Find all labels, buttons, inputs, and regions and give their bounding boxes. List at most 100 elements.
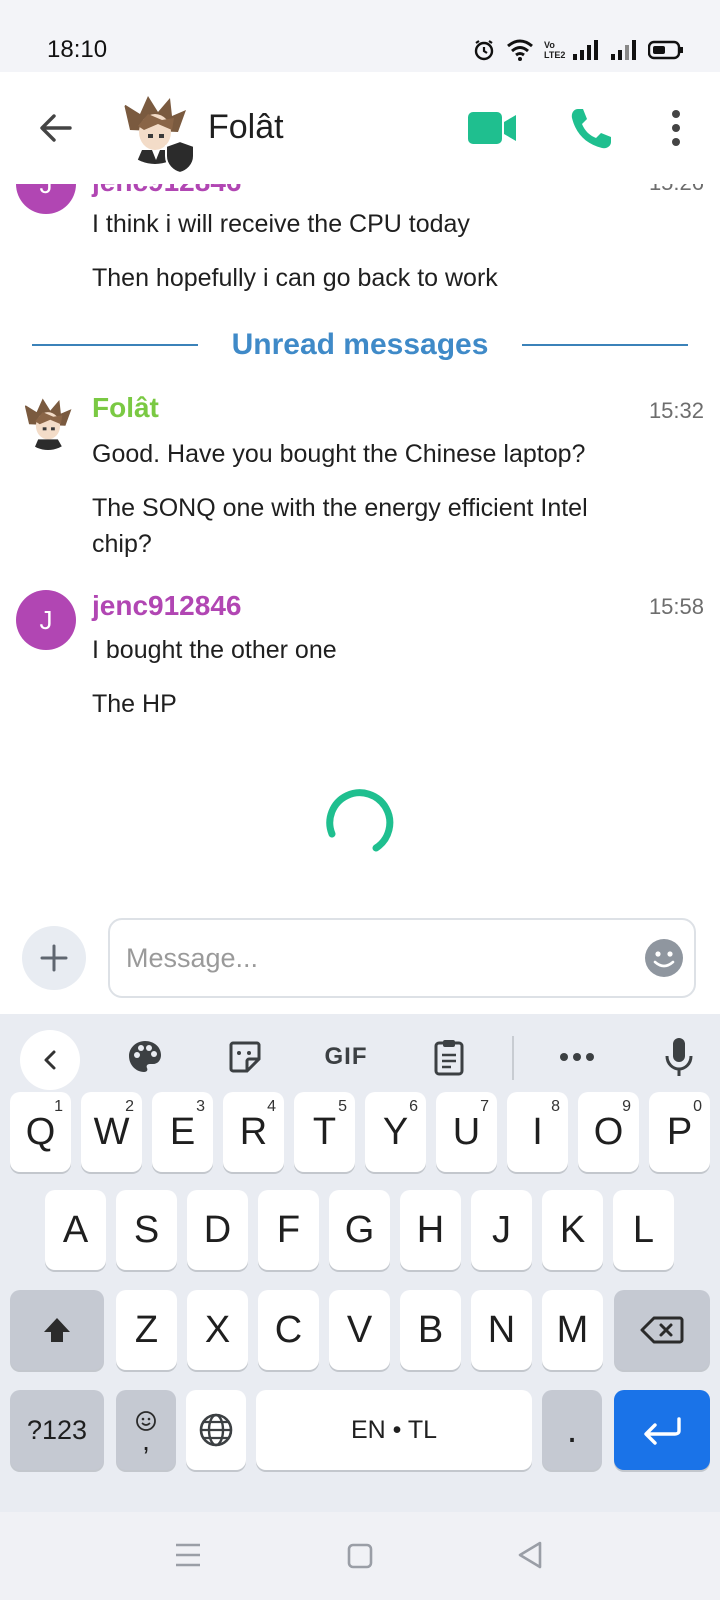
key-label: E <box>169 1110 196 1153</box>
key-hint: 9 <box>622 1098 631 1115</box>
key-g[interactable]: G <box>329 1190 390 1270</box>
key-x[interactable]: X <box>187 1290 248 1370</box>
key-hint: 7 <box>480 1098 489 1115</box>
message-time: 15:32 <box>648 398 704 423</box>
emoji-icon[interactable] <box>644 938 684 978</box>
recent-apps-icon[interactable] <box>174 1542 202 1568</box>
alarm-icon <box>474 40 494 61</box>
key-label: O <box>593 1110 624 1153</box>
key-s[interactable]: S <box>116 1190 177 1270</box>
more-options-icon[interactable] <box>664 108 688 148</box>
key-hint: 4 <box>267 1098 276 1115</box>
back-triangle-icon[interactable] <box>516 1540 544 1570</box>
message-time: 15:26 <box>649 184 704 196</box>
contact-name[interactable]: Folât <box>208 108 284 147</box>
key-b[interactable]: B <box>400 1290 461 1370</box>
message-input[interactable] <box>108 918 696 998</box>
key-k[interactable]: K <box>542 1190 603 1270</box>
message-text[interactable]: Good. Have you bought the Chinese laptop… <box>92 436 672 472</box>
keyboard-toolbar: GIF <box>0 1014 720 1100</box>
key-hint: 3 <box>196 1098 205 1115</box>
status-icons: Vo LTE2 <box>472 38 684 62</box>
chevron-left-icon <box>44 1050 56 1070</box>
key-z[interactable]: Z <box>116 1290 177 1370</box>
clipboard-button[interactable] <box>426 1034 472 1080</box>
key-u[interactable]: U7 <box>436 1092 497 1172</box>
key-hint: 6 <box>409 1098 418 1115</box>
message-text[interactable]: I bought the other one <box>92 632 672 668</box>
key-m[interactable]: M <box>542 1290 603 1370</box>
message-text[interactable]: The SONQ one with the energy efficient I… <box>92 490 652 562</box>
key-hint: 2 <box>125 1098 134 1115</box>
key-d[interactable]: D <box>187 1190 248 1270</box>
loading-spinner-icon <box>326 789 394 852</box>
comma-label: , <box>142 1425 150 1456</box>
theme-button[interactable] <box>122 1034 168 1080</box>
message-text[interactable]: The HP <box>92 686 672 722</box>
key-label: W <box>93 1110 130 1153</box>
key-f[interactable]: F <box>258 1190 319 1270</box>
key-n[interactable]: N <box>471 1290 532 1370</box>
enter-key[interactable] <box>614 1390 710 1470</box>
more-tools-button[interactable] <box>554 1034 600 1080</box>
sender-name[interactable]: Folât <box>92 392 159 424</box>
key-hint: 8 <box>551 1098 560 1115</box>
status-time: 18:10 <box>47 36 108 63</box>
key-t[interactable]: T5 <box>294 1092 355 1172</box>
key-a[interactable]: A <box>45 1190 106 1270</box>
status-bar: 18:10 Vo LTE2 <box>0 0 720 72</box>
key-l[interactable]: L <box>613 1190 674 1270</box>
key-c[interactable]: C <box>258 1290 319 1370</box>
backspace-key[interactable] <box>614 1290 710 1370</box>
key-i[interactable]: I8 <box>507 1092 568 1172</box>
message-text[interactable]: I think i will receive the CPU today <box>92 206 672 242</box>
unread-divider-right <box>522 344 688 346</box>
language-key[interactable] <box>186 1390 246 1470</box>
key-w[interactable]: W2 <box>81 1092 142 1172</box>
key-label: T <box>312 1110 337 1153</box>
key-r[interactable]: R4 <box>223 1092 284 1172</box>
sticker-icon <box>229 1041 261 1073</box>
palette-icon <box>129 1041 161 1072</box>
space-key[interactable]: EN • TL <box>256 1390 532 1470</box>
key-o[interactable]: O9 <box>578 1092 639 1172</box>
wifi-icon <box>507 39 533 61</box>
key-p[interactable]: P0 <box>649 1092 710 1172</box>
key-label: R <box>239 1110 268 1153</box>
sender-avatar[interactable] <box>20 394 76 450</box>
gif-button[interactable]: GIF <box>318 1034 374 1080</box>
message-text[interactable]: Then hopefully i can go back to work <box>92 260 672 296</box>
key-v[interactable]: V <box>329 1290 390 1370</box>
microphone-icon <box>665 1038 693 1076</box>
sender-avatar[interactable]: J <box>16 590 76 650</box>
period-key[interactable]: . <box>542 1390 602 1470</box>
sender-name[interactable]: jenc912846 <box>92 184 241 198</box>
key-y[interactable]: Y6 <box>365 1092 426 1172</box>
sender-avatar[interactable]: J <box>16 184 76 214</box>
gif-label: GIF <box>324 1043 368 1070</box>
attach-button[interactable] <box>22 926 86 990</box>
keyboard-collapse-button[interactable] <box>20 1030 80 1090</box>
anime-avatar-icon <box>20 394 76 450</box>
back-arrow-icon[interactable] <box>34 106 78 150</box>
key-h[interactable]: H <box>400 1190 461 1270</box>
system-navigation-bar <box>0 1512 720 1600</box>
key-e[interactable]: E3 <box>152 1092 213 1172</box>
key-hint: 0 <box>693 1098 702 1115</box>
phone-call-icon[interactable] <box>568 106 614 152</box>
video-call-icon[interactable] <box>466 108 518 148</box>
shift-key[interactable] <box>10 1290 104 1370</box>
emoji-comma-key[interactable]: , <box>116 1390 176 1470</box>
voice-input-button[interactable] <box>656 1034 702 1080</box>
home-icon[interactable] <box>346 1542 374 1570</box>
key-label: P <box>666 1110 693 1153</box>
sticker-button[interactable] <box>222 1034 268 1080</box>
key-hint: 1 <box>54 1098 63 1115</box>
symbols-key[interactable]: ?123 <box>10 1390 104 1470</box>
key-j[interactable]: J <box>471 1190 532 1270</box>
shift-icon <box>44 1318 70 1342</box>
sender-name[interactable]: jenc912846 <box>92 590 241 622</box>
key-q[interactable]: Q1 <box>10 1092 71 1172</box>
key-label: U <box>452 1110 481 1153</box>
chat-header: Folât <box>0 72 720 184</box>
